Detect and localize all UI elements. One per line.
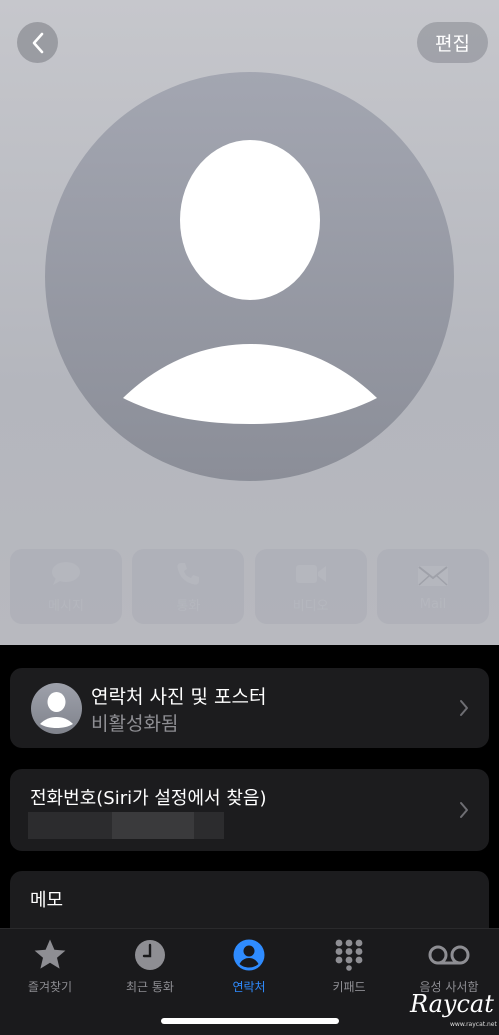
watermark-url: www.raycat.net <box>450 1021 497 1028</box>
redacted-phone-number <box>112 812 194 839</box>
tab-recents-label: 최근 통화 <box>126 980 174 994</box>
message-button[interactable]: 메시지 <box>10 549 122 624</box>
quick-actions: 메시지 통화 비디오 Mail <box>10 549 489 624</box>
contact-avatar[interactable] <box>45 72 454 481</box>
person-icon <box>233 939 265 971</box>
tab-favorites[interactable]: 즐겨찾기 <box>0 937 100 995</box>
message-label: 메시지 <box>48 599 84 614</box>
edit-button[interactable]: 편집 <box>417 22 488 63</box>
tab-voicemail[interactable]: 음성 사서함 <box>399 937 499 995</box>
phone-number-row[interactable]: 전화번호(Siri가 설정에서 찾음) <box>10 769 489 851</box>
message-icon <box>52 562 80 585</box>
photo-card-subtitle: 비활성화됨 <box>91 713 179 735</box>
person-silhouette-icon <box>123 140 377 424</box>
tab-contacts-label: 연락처 <box>232 980 266 994</box>
tab-contacts[interactable]: 연락처 <box>199 937 299 995</box>
person-silhouette-icon <box>40 692 73 728</box>
phone-icon <box>177 563 200 585</box>
video-icon <box>295 565 326 583</box>
chevron-right-icon <box>460 700 468 716</box>
memo-title: 메모 <box>30 890 64 911</box>
watermark-logo: Raycat <box>410 990 494 1018</box>
call-button[interactable]: 통화 <box>132 549 245 624</box>
chevron-right-icon <box>460 802 468 818</box>
keypad-icon <box>335 939 363 971</box>
mini-avatar <box>31 683 82 734</box>
mail-icon <box>417 566 448 586</box>
photo-card-title: 연락처 사진 및 포스터 <box>91 686 267 708</box>
tab-recents[interactable]: 최근 통화 <box>100 937 200 995</box>
mail-button[interactable]: Mail <box>376 549 489 624</box>
video-label: 비디오 <box>292 599 329 614</box>
phone-card-title: 전화번호(Siri가 설정에서 찾음) <box>30 788 267 809</box>
redacted-phone-number <box>28 812 114 839</box>
tab-favorites-label: 즐겨찾기 <box>27 980 73 994</box>
star-icon <box>34 939 66 969</box>
contact-header: 편집 메시지 통화 비디오 Mail <box>0 0 499 645</box>
contact-photo-poster-row[interactable]: 연락처 사진 및 포스터 비활성화됨 <box>10 668 489 748</box>
back-button[interactable] <box>17 22 58 63</box>
clock-icon <box>135 940 165 970</box>
call-label: 통화 <box>176 599 201 614</box>
redacted-phone-number <box>194 812 224 839</box>
tab-keypad[interactable]: 키패드 <box>299 937 399 995</box>
mail-label: Mail <box>419 597 447 612</box>
voicemail-icon <box>428 945 470 965</box>
chevron-left-icon <box>32 32 43 53</box>
tab-keypad-label: 키패드 <box>332 980 366 994</box>
home-indicator[interactable] <box>161 1018 339 1024</box>
video-button[interactable]: 비디오 <box>254 549 367 624</box>
